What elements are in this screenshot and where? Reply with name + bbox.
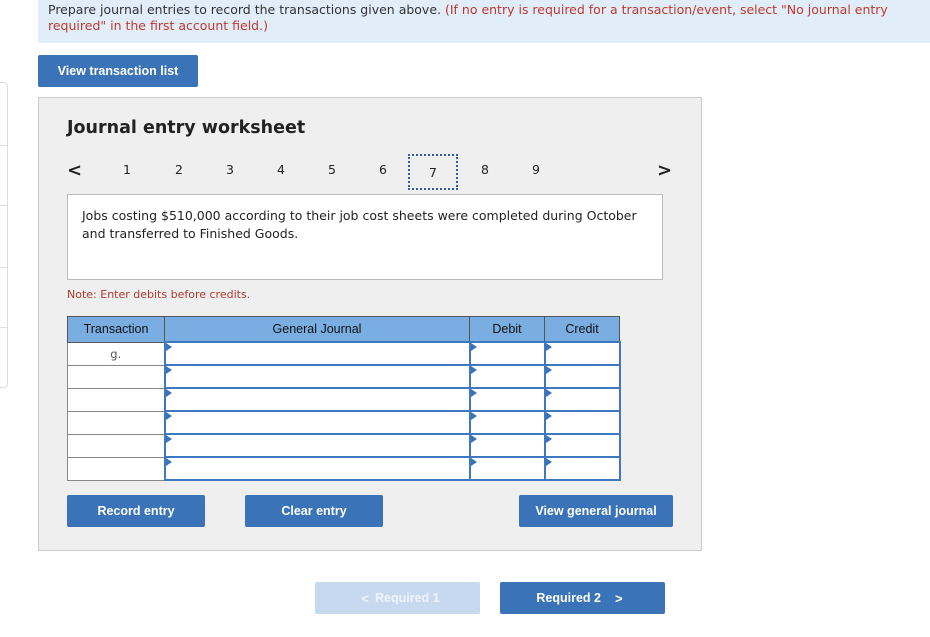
cell-marker-icon bbox=[470, 458, 477, 466]
chevron-right-icon: > bbox=[615, 590, 623, 606]
account-select[interactable] bbox=[163, 341, 471, 366]
debit-input[interactable] bbox=[468, 456, 546, 481]
page-8[interactable]: 8 bbox=[475, 162, 495, 177]
page-5[interactable]: 5 bbox=[322, 162, 342, 177]
credit-input[interactable] bbox=[543, 387, 621, 412]
next-page-arrow-icon[interactable]: > bbox=[657, 160, 672, 181]
page-4[interactable]: 4 bbox=[271, 162, 291, 177]
cell-marker-icon bbox=[545, 366, 552, 374]
page-7-active[interactable]: 7 bbox=[408, 154, 458, 190]
table-row bbox=[67, 456, 621, 481]
account-select[interactable] bbox=[163, 433, 471, 458]
cell-marker-icon bbox=[165, 458, 172, 466]
page-3[interactable]: 3 bbox=[220, 162, 240, 177]
page-6[interactable]: 6 bbox=[373, 162, 393, 177]
transaction-cell: g. bbox=[67, 341, 165, 366]
debit-input[interactable] bbox=[468, 433, 546, 458]
cell-marker-icon bbox=[545, 389, 552, 397]
table-row bbox=[67, 387, 621, 412]
account-select[interactable] bbox=[163, 387, 471, 412]
account-select[interactable] bbox=[163, 364, 471, 389]
account-select[interactable] bbox=[163, 456, 471, 481]
table-row bbox=[67, 433, 621, 458]
cell-marker-icon bbox=[470, 389, 477, 397]
table-row bbox=[67, 410, 621, 435]
credit-input[interactable] bbox=[543, 364, 621, 389]
transaction-cell bbox=[67, 364, 165, 389]
instructions-text: Prepare journal entries to record the tr… bbox=[48, 2, 445, 17]
cell-marker-icon bbox=[545, 435, 552, 443]
debit-input[interactable] bbox=[468, 410, 546, 435]
header-transaction: Transaction bbox=[67, 316, 165, 343]
instructions-banner: Prepare journal entries to record the tr… bbox=[38, 0, 930, 43]
page-2[interactable]: 2 bbox=[169, 162, 189, 177]
worksheet-title: Journal entry worksheet bbox=[67, 118, 306, 138]
journal-table: Transaction General Journal Debit Credit… bbox=[67, 316, 621, 481]
credit-input[interactable] bbox=[543, 433, 621, 458]
header-credit: Credit bbox=[544, 316, 620, 343]
transaction-cell bbox=[67, 433, 165, 458]
account-select[interactable] bbox=[163, 410, 471, 435]
chevron-left-icon: < bbox=[361, 590, 369, 606]
transaction-cell bbox=[67, 456, 165, 481]
record-entry-button[interactable]: Record entry bbox=[67, 495, 205, 527]
view-general-journal-button[interactable]: View general journal bbox=[519, 495, 673, 527]
credit-input[interactable] bbox=[543, 341, 621, 366]
left-side-tabs bbox=[0, 82, 8, 388]
page-1[interactable]: 1 bbox=[117, 162, 137, 177]
prev-page-arrow-icon[interactable]: < bbox=[67, 160, 82, 181]
cell-marker-icon bbox=[545, 458, 552, 466]
credit-input[interactable] bbox=[543, 410, 621, 435]
transaction-pager: < 1 2 3 4 5 6 7 8 9 > bbox=[39, 154, 701, 190]
cell-marker-icon bbox=[165, 389, 172, 397]
cell-marker-icon bbox=[165, 366, 172, 374]
journal-entry-worksheet: Journal entry worksheet < 1 2 3 4 5 6 7 … bbox=[38, 97, 702, 551]
debit-input[interactable] bbox=[468, 341, 546, 366]
view-transaction-list-button[interactable]: View transaction list bbox=[38, 55, 198, 87]
transaction-cell bbox=[67, 387, 165, 412]
cell-marker-icon bbox=[470, 366, 477, 374]
header-general-journal: General Journal bbox=[164, 316, 470, 343]
required-2-button[interactable]: Required 2 > bbox=[500, 582, 665, 614]
cell-marker-icon bbox=[470, 343, 477, 351]
debit-input[interactable] bbox=[468, 387, 546, 412]
cell-marker-icon bbox=[470, 412, 477, 420]
cell-marker-icon bbox=[165, 343, 172, 351]
cell-marker-icon bbox=[165, 412, 172, 420]
required-2-label: Required 2 bbox=[536, 591, 601, 605]
cell-marker-icon bbox=[470, 435, 477, 443]
debit-input[interactable] bbox=[468, 364, 546, 389]
page-9[interactable]: 9 bbox=[526, 162, 546, 177]
cell-marker-icon bbox=[545, 412, 552, 420]
clear-entry-button[interactable]: Clear entry bbox=[245, 495, 383, 527]
header-debit: Debit bbox=[469, 316, 545, 343]
note-text: Note: Enter debits before credits. bbox=[67, 288, 251, 301]
cell-marker-icon bbox=[165, 435, 172, 443]
transaction-description: Jobs costing $510,000 according to their… bbox=[67, 194, 663, 280]
table-row bbox=[67, 364, 621, 389]
cell-marker-icon bbox=[545, 343, 552, 351]
transaction-cell bbox=[67, 410, 165, 435]
required-1-button[interactable]: < Required 1 bbox=[315, 582, 480, 614]
required-1-label: Required 1 bbox=[374, 591, 440, 605]
credit-input[interactable] bbox=[543, 456, 621, 481]
table-row: g. bbox=[67, 341, 621, 366]
